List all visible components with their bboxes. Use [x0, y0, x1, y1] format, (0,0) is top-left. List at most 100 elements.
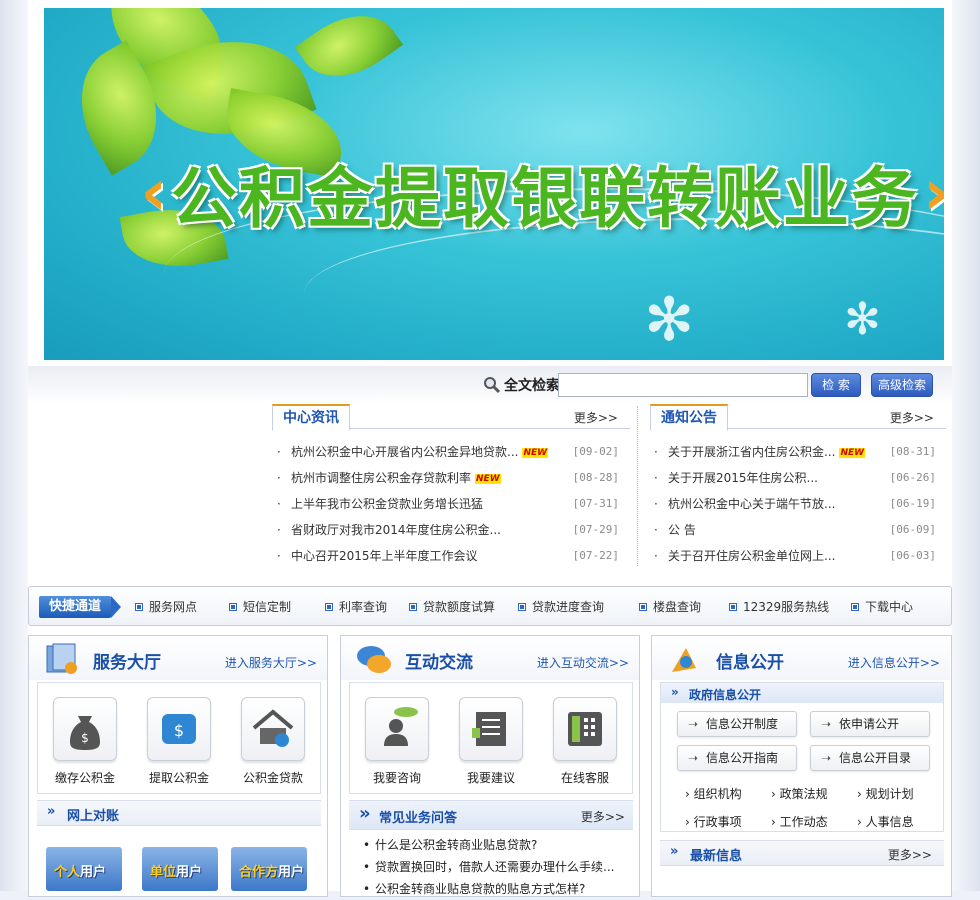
- news-title[interactable]: 关于召开住房公积金单位网上...: [668, 543, 835, 569]
- service-online-item[interactable]: 在线客服: [538, 683, 632, 786]
- info-link-news[interactable]: › 工作动态: [771, 813, 828, 830]
- news-title[interactable]: 杭州公积金中心关于端午节放...: [668, 491, 835, 517]
- news-title-text: 公 告: [668, 523, 696, 537]
- news-item[interactable]: · 公 告 [06-09]: [654, 517, 936, 543]
- info-link-label: 工作动态: [779, 815, 828, 829]
- bullet-icon: ·: [654, 549, 658, 563]
- quick-link-label: 贷款额度试算: [423, 600, 496, 614]
- quick-link-property[interactable]: 楼盘查询: [639, 598, 701, 615]
- quick-link-loan-calc[interactable]: 贷款额度试算: [409, 598, 495, 615]
- interaction-enter-link[interactable]: 进入互动交流>>: [537, 654, 629, 671]
- arrow-right-icon: ➝: [821, 717, 832, 731]
- quick-link-downloads[interactable]: 下载中心: [851, 598, 913, 615]
- bullet-icon: ·: [277, 445, 281, 459]
- news-item[interactable]: · 上半年我市公积金贷款业务增长迅猛 [07-31]: [277, 491, 619, 517]
- service-withdraw[interactable]: $ 提取公积金: [132, 683, 226, 786]
- quick-link-rates[interactable]: 利率查询: [325, 598, 387, 615]
- news-item[interactable]: · 关于开展浙江省内住房公积金... NEW [08-31]: [654, 439, 936, 465]
- arrow-right-icon: ➝: [688, 717, 699, 731]
- info-link-org[interactable]: › 组织机构: [685, 785, 742, 802]
- quick-access-bar: 快捷通道 服务网点 短信定制 利率查询 贷款额度试算 贷款进度查询 楼盘查询 1…: [28, 586, 952, 626]
- info-link-plan[interactable]: › 规划计划: [857, 785, 914, 802]
- banner-title: ‹ 公积金提取银联转账业务 ›: [130, 148, 944, 238]
- news-date: [06-26]: [889, 471, 936, 484]
- news-date: [06-03]: [889, 549, 936, 562]
- bullet-icon: ·: [654, 497, 658, 511]
- center-news-more-link[interactable]: 更多>>: [574, 409, 618, 426]
- info-link-personnel[interactable]: › 人事信息: [857, 813, 914, 830]
- quick-link-label: 服务网点: [149, 600, 198, 614]
- tab-notices[interactable]: 通知公告: [650, 404, 728, 431]
- search-button[interactable]: 检 索: [811, 373, 861, 397]
- news-title-text: 关于开展2015年住房公积...: [668, 471, 818, 485]
- faq-header: » 常见业务问答 更多>>: [349, 800, 633, 830]
- news-item[interactable]: · 关于开展2015年住房公积... [06-26]: [654, 465, 936, 491]
- news-title[interactable]: 公 告: [668, 517, 696, 543]
- info-button-catalog[interactable]: ➝ 信息公开目录: [810, 745, 930, 771]
- tab-center-news[interactable]: 中心资讯: [272, 404, 350, 431]
- news-item[interactable]: · 关于召开住房公积金单位网上... [06-03]: [654, 543, 936, 569]
- news-date: [07-31]: [572, 497, 619, 510]
- bullet-icon: [729, 602, 737, 611]
- online-reconcile-title: 网上对账: [67, 809, 120, 824]
- faq-item[interactable]: 贷款置换回时，借款人还需要办理什么手续...: [363, 856, 614, 878]
- info-link-label: 人事信息: [865, 815, 914, 829]
- quick-link-service-points[interactable]: 服务网点: [135, 598, 197, 615]
- suggest-item[interactable]: 我要建议: [444, 683, 538, 786]
- house-icon: [241, 697, 305, 761]
- consult-item[interactable]: 我要咨询: [350, 683, 444, 786]
- news-title[interactable]: 上半年我市公积金贷款业务增长迅猛: [291, 491, 483, 517]
- news-item[interactable]: · 杭州公积金中心开展省内公积金异地贷款... NEW [09-02]: [277, 439, 619, 465]
- service-loan[interactable]: 公积金贷款: [226, 683, 320, 786]
- quick-link-label: 12329服务热线: [743, 600, 830, 614]
- news-item[interactable]: · 省财政厅对我市2014年度住房公积金... [07-29]: [277, 517, 619, 543]
- quick-link-sms[interactable]: 短信定制: [229, 598, 291, 615]
- quick-link-loan-progress[interactable]: 贷款进度查询: [518, 598, 604, 615]
- service-hall-enter-link[interactable]: 进入服务大厅>>: [225, 654, 317, 671]
- news-title[interactable]: 中心召开2015年上半年度工作会议: [291, 543, 478, 569]
- personal-user-button[interactable]: 个人用户: [46, 847, 122, 891]
- news-item[interactable]: · 杭州市调整住房公积金存贷款利率 NEW [08-28]: [277, 465, 619, 491]
- faq-item[interactable]: 公积金转商业贴息贷款的贴息方式怎样?: [363, 878, 614, 900]
- news-title[interactable]: 杭州公积金中心开展省内公积金异地贷款... NEW: [291, 439, 549, 465]
- news-title[interactable]: 关于开展浙江省内住房公积金... NEW: [668, 439, 866, 465]
- news-title[interactable]: 杭州市调整住房公积金存贷款利率 NEW: [291, 465, 501, 491]
- search-label-text: 全文检索: [504, 378, 560, 394]
- quick-link-hotline[interactable]: 12329服务热线: [729, 598, 829, 615]
- faq-list: 什么是公积金转商业贴息贷款? 贷款置换回时，借款人还需要办理什么手续... 公积…: [363, 834, 614, 900]
- info-button-guide[interactable]: ➝ 信息公开指南: [677, 745, 797, 771]
- search-input[interactable]: [558, 373, 808, 397]
- news-title[interactable]: 省财政厅对我市2014年度住房公积金...: [291, 517, 501, 543]
- bullet-icon: ·: [654, 471, 658, 485]
- news-item[interactable]: · 杭州公积金中心关于端午节放... [06-19]: [654, 491, 936, 517]
- news-title[interactable]: 关于开展2015年住房公积...: [668, 465, 818, 491]
- news-title-text: 中心召开2015年上半年度工作会议: [291, 549, 478, 563]
- info-button-apply[interactable]: ➝ 依申请公开: [810, 711, 930, 737]
- info-link-label: 政策法规: [779, 787, 828, 801]
- news-date: [07-29]: [572, 523, 619, 536]
- service-deposit[interactable]: $ 缴存公积金: [38, 683, 132, 786]
- interaction-items: 我要咨询 我要建议 在线客服: [349, 682, 633, 794]
- bullet-icon: ·: [654, 445, 658, 459]
- latest-info-more-link[interactable]: 更多>>: [888, 846, 932, 863]
- service-label: 提取公积金: [148, 771, 209, 785]
- bullet-icon: [851, 602, 859, 611]
- faq-more-link[interactable]: 更多>>: [581, 808, 625, 825]
- partner-user-label: 合作方用户: [239, 861, 304, 880]
- news-item[interactable]: · 中心召开2015年上半年度工作会议 [07-22]: [277, 543, 619, 569]
- quick-link-label: 短信定制: [243, 600, 292, 614]
- info-link-admin[interactable]: › 行政事项: [685, 813, 742, 830]
- info-link-policy[interactable]: › 政策法规: [771, 785, 828, 802]
- info-button-system[interactable]: ➝ 信息公开制度: [677, 711, 797, 737]
- partner-user-button[interactable]: 合作方用户: [231, 847, 307, 891]
- notices-more-link[interactable]: 更多>>: [890, 409, 934, 426]
- bullet-icon: ·: [277, 549, 281, 563]
- money-bag-icon: $: [53, 697, 117, 761]
- service-label: 公积金贷款: [242, 771, 303, 785]
- faq-item[interactable]: 什么是公积金转商业贴息贷款?: [363, 834, 614, 856]
- company-user-button[interactable]: 单位用户: [142, 847, 218, 891]
- svg-text:$: $: [81, 731, 89, 745]
- search-bar: 全文检索 检 索 高级检索: [28, 366, 952, 404]
- info-enter-link[interactable]: 进入信息公开>>: [848, 654, 940, 671]
- advanced-search-button[interactable]: 高级检索: [871, 373, 933, 397]
